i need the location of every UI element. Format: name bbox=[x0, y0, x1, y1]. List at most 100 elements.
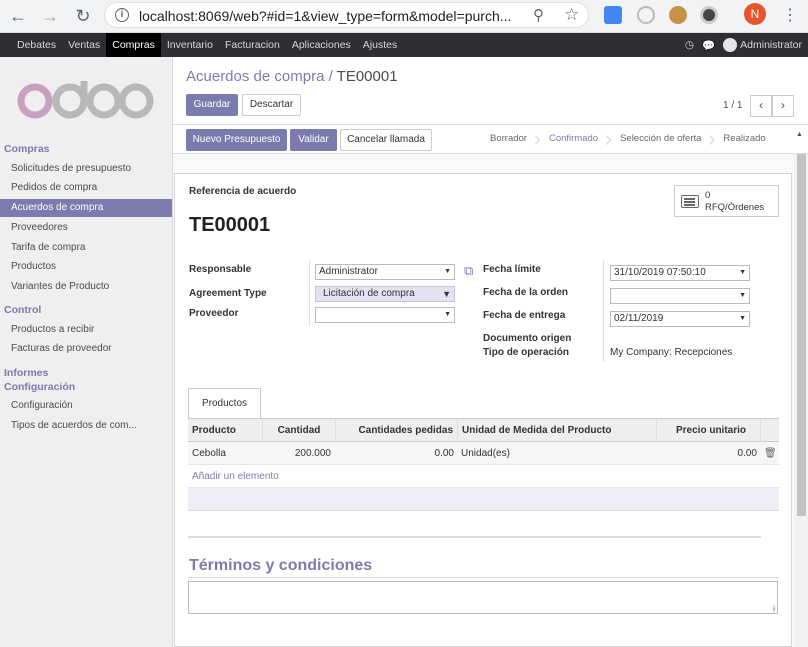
menu-inventario[interactable]: Inventario bbox=[161, 33, 219, 57]
sidebar-item-tipos-acuerdos[interactable]: Tipos de acuerdos de com... bbox=[0, 417, 172, 435]
new-quotation-button[interactable]: Nuevo Presupuesto bbox=[186, 129, 287, 151]
sidebar-item-configuracion[interactable]: Configuración bbox=[0, 397, 172, 415]
activity-clock-icon[interactable]: ◷ bbox=[685, 39, 694, 51]
sidebar-section-informes[interactable]: Informes bbox=[4, 367, 48, 379]
chat-bubble-icon[interactable]: 💬 bbox=[702, 39, 715, 52]
col-cantidad[interactable]: Cantidad bbox=[263, 419, 336, 442]
terms-divider bbox=[188, 577, 779, 578]
extension-icon[interactable] bbox=[700, 6, 718, 24]
browser-menu-icon[interactable]: ⋮ bbox=[782, 5, 798, 25]
sidebar-item-tarifa[interactable]: Tarifa de compra bbox=[0, 239, 172, 257]
stage-label: Selección de oferta bbox=[620, 133, 702, 144]
agreement-type-label: Agreement Type bbox=[189, 288, 267, 299]
reload-icon[interactable]: ↻ bbox=[72, 5, 94, 27]
pager-prev-button[interactable]: ‹ bbox=[750, 95, 772, 117]
sidebar-item-proveedores[interactable]: Proveedores bbox=[0, 219, 172, 237]
cookie-extension-icon[interactable] bbox=[669, 6, 687, 24]
menu-aplicaciones[interactable]: Aplicaciones bbox=[286, 33, 357, 57]
agreement-type-select[interactable]: Licitación de compra ▼ bbox=[315, 286, 455, 302]
address-bar[interactable]: i localhost:8069/web?#id=1&view_type=for… bbox=[104, 2, 589, 28]
user-avatar bbox=[723, 38, 738, 52]
cell-cantidad[interactable]: 200.000 bbox=[263, 442, 331, 465]
rfq-orders-smart-button[interactable]: 0 RFQ/Órdenes bbox=[674, 185, 779, 217]
sidebar-section-control: Control bbox=[4, 304, 42, 316]
profile-avatar[interactable]: N bbox=[744, 3, 766, 25]
stage-label: Borrador bbox=[490, 133, 527, 144]
documento-origen-label: Documento origen bbox=[483, 333, 572, 344]
list-icon bbox=[681, 195, 699, 208]
cell-cantidades-pedidas[interactable]: 0.00 bbox=[336, 442, 454, 465]
scrollbar-thumb[interactable] bbox=[797, 154, 806, 516]
fecha-limite-value: 31/10/2019 07:50:10 bbox=[614, 267, 706, 278]
cell-producto[interactable]: Cebolla bbox=[192, 442, 226, 465]
caret-down-icon: ▼ bbox=[444, 311, 451, 318]
odoo-logo bbox=[17, 81, 154, 119]
proveedor-label: Proveedor bbox=[189, 308, 239, 319]
scroll-up-arrow-icon[interactable]: ▲ bbox=[796, 131, 803, 138]
stage-confirmado[interactable]: Confirmado › bbox=[537, 125, 612, 153]
resize-grip-icon[interactable]: ∤ bbox=[772, 604, 776, 613]
col-precio-unitario[interactable]: Precio unitario bbox=[657, 419, 761, 442]
stage-pipeline: Borrador › Confirmado › Selección de ofert… bbox=[478, 125, 776, 153]
col-cantidades-pedidas[interactable]: Cantidades pedidas bbox=[336, 419, 458, 442]
url-text[interactable]: localhost:8069/web?#id=1&view_type=form&… bbox=[139, 8, 511, 24]
vertical-scrollbar[interactable] bbox=[794, 154, 808, 647]
rfq-label: RFQ/Órdenes bbox=[705, 202, 765, 213]
menu-ajustes[interactable]: Ajustes bbox=[357, 33, 403, 57]
menu-compras[interactable]: Compras bbox=[106, 33, 161, 57]
ref-value[interactable]: TE00001 bbox=[189, 214, 270, 237]
terms-textarea[interactable]: ∤ bbox=[188, 581, 778, 614]
bookmark-star-icon[interactable]: ☆ bbox=[564, 5, 579, 25]
external-link-icon[interactable]: ⧉ bbox=[464, 263, 473, 279]
cell-unidad-medida[interactable]: Unidad(es) bbox=[461, 442, 510, 465]
sidebar-item-variantes[interactable]: Variantes de Producto bbox=[0, 278, 172, 296]
save-button[interactable]: Guardar bbox=[186, 94, 238, 116]
fecha-entrega-value: 02/11/2019 bbox=[614, 313, 664, 324]
cancel-call-button[interactable]: Cancelar llamada bbox=[340, 129, 432, 151]
pager-next-button[interactable]: › bbox=[772, 95, 794, 117]
form-scroll-area[interactable]: Referencia de acuerdo TE00001 0 RFQ/Órde… bbox=[173, 154, 808, 647]
breadcrumb-parent[interactable]: Acuerdos de compra / bbox=[186, 68, 333, 85]
sidebar-item-pedidos[interactable]: Pedidos de compra bbox=[0, 179, 172, 197]
col-producto[interactable]: Producto bbox=[188, 419, 263, 442]
fecha-entrega-input[interactable]: 02/11/2019 ▼ bbox=[610, 311, 750, 327]
trash-icon[interactable]: 🗑 bbox=[764, 442, 777, 465]
menu-ventas[interactable]: Ventas bbox=[62, 33, 106, 57]
responsable-label: Responsable bbox=[189, 264, 252, 275]
fecha-orden-input[interactable]: ▼ bbox=[610, 288, 750, 304]
responsable-select[interactable]: Administrator ▼ bbox=[315, 264, 455, 280]
menu-facturacion[interactable]: Facturacion bbox=[219, 33, 286, 57]
sidebar-item-solicitudes[interactable]: Solicitudes de presupuesto bbox=[0, 160, 172, 178]
stage-label: Realizado bbox=[723, 133, 766, 144]
proveedor-select[interactable]: ▼ bbox=[315, 307, 455, 323]
table-header: Producto Cantidad Cantidades pedidas Uni… bbox=[188, 419, 779, 442]
discard-button[interactable]: Descartar bbox=[242, 94, 301, 116]
info-icon[interactable]: i bbox=[115, 8, 129, 22]
systray: ◷ 💬 Administrator bbox=[685, 33, 802, 57]
cell-precio-unitario[interactable]: 0.00 bbox=[657, 442, 757, 465]
tipo-operacion-value[interactable]: My Company: Recepciones bbox=[610, 347, 732, 358]
stage-borrador[interactable]: Borrador › bbox=[478, 125, 541, 153]
menu-debates[interactable]: Debates bbox=[11, 33, 62, 57]
extension-icon[interactable] bbox=[637, 6, 655, 24]
stage-realizado[interactable]: Realizado bbox=[711, 125, 775, 153]
back-arrow-icon[interactable]: ← bbox=[7, 5, 29, 27]
sidebar-item-facturas[interactable]: Facturas de proveedor bbox=[0, 340, 172, 358]
pager-value: 1 / 1 bbox=[723, 100, 743, 111]
col-unidad-medida[interactable]: Unidad de Medida del Producto bbox=[458, 419, 657, 442]
sidebar-item-acuerdos[interactable]: Acuerdos de compra bbox=[0, 199, 172, 217]
zoom-icon[interactable]: ⚲ bbox=[533, 6, 544, 24]
forward-arrow-icon[interactable]: → bbox=[39, 5, 61, 27]
fecha-orden-label: Fecha de la orden bbox=[483, 287, 569, 298]
tab-productos[interactable]: Productos bbox=[188, 388, 261, 419]
validate-button[interactable]: Validar bbox=[290, 129, 337, 151]
stage-seleccion-oferta[interactable]: Selección de oferta › bbox=[608, 125, 715, 153]
fecha-limite-input[interactable]: 31/10/2019 07:50:10 ▼ bbox=[610, 265, 750, 281]
status-bar: Nuevo Presupuesto Validar Cancelar llama… bbox=[173, 124, 808, 154]
translate-extension-icon[interactable] bbox=[604, 6, 622, 24]
sidebar-item-productos-recibir[interactable]: Productos a recibir bbox=[0, 321, 172, 339]
table-row[interactable]: Cebolla 200.000 0.00 Unidad(es) 0.00 🗑 bbox=[188, 442, 779, 465]
sidebar-item-productos[interactable]: Productos bbox=[0, 258, 172, 276]
add-line-link[interactable]: Añadir un elemento bbox=[192, 471, 279, 482]
user-menu[interactable]: Administrator bbox=[723, 38, 802, 52]
